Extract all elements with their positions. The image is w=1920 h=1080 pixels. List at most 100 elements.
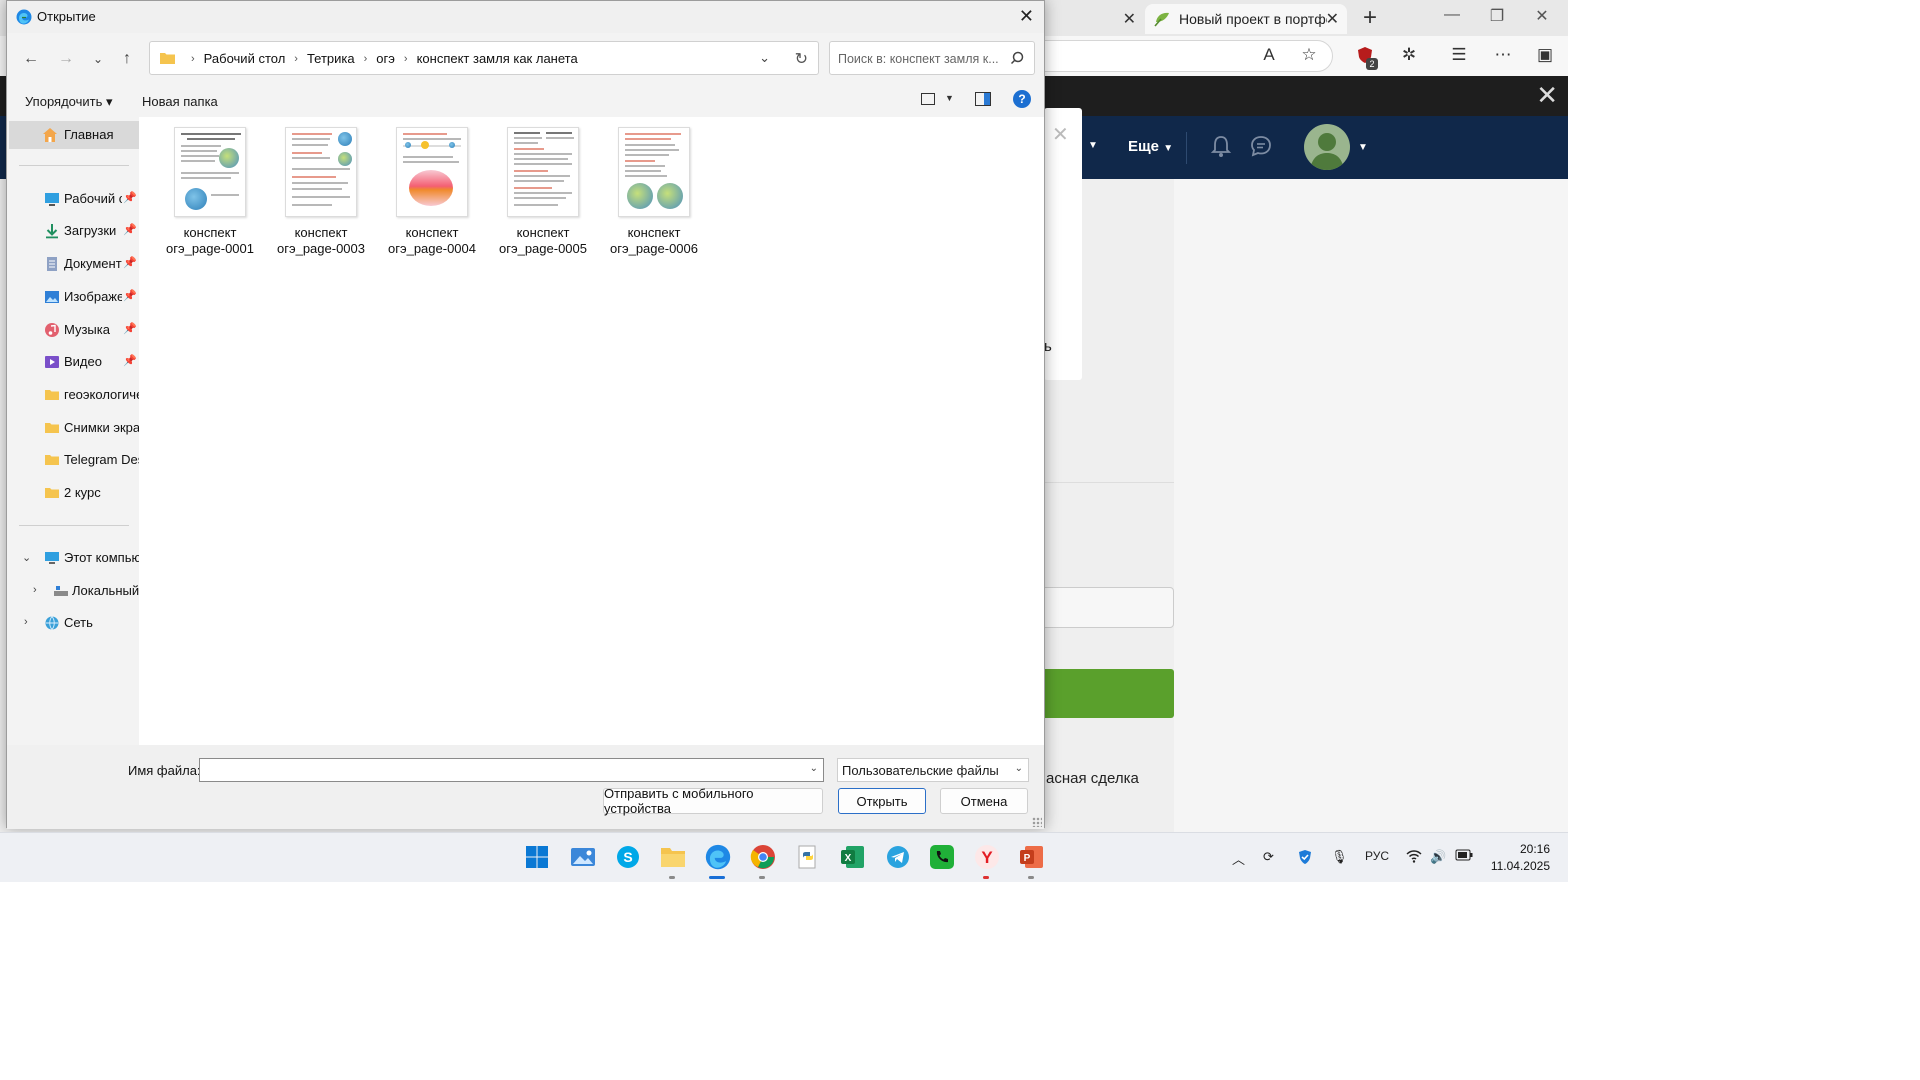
nav-item-folder[interactable]: Telegram Desktop: [9, 446, 139, 474]
file-item[interactable]: конспект огэ_page-0003: [269, 127, 373, 257]
organize-menu-button[interactable]: Упорядочить ▾: [25, 94, 113, 110]
read-aloud-icon[interactable]: A: [1258, 44, 1280, 66]
battery-icon[interactable]: [1455, 849, 1473, 864]
yandex-icon[interactable]: Y: [973, 843, 1001, 871]
windows-start-icon[interactable]: [523, 843, 551, 871]
nav-item-folder[interactable]: геоэкологические: [9, 381, 139, 409]
file-name-line: огэ_page-0005: [498, 241, 587, 256]
nav-item-network[interactable]: › Сеть: [9, 609, 139, 637]
new-folder-button[interactable]: Новая папка: [142, 94, 218, 109]
language-indicator[interactable]: РУС: [1365, 849, 1389, 863]
nav-item-folder[interactable]: 2 курс: [9, 479, 139, 507]
nav-item-video[interactable]: Видео 📌: [9, 348, 139, 376]
close-window-icon[interactable]: ✕: [1532, 6, 1552, 26]
page-green-button[interactable]: [1040, 669, 1174, 718]
file-item[interactable]: конспект огэ_page-0005: [491, 127, 595, 257]
pin-icon: 📌: [123, 290, 137, 302]
nav-item-music[interactable]: Музыка 📌: [9, 316, 139, 344]
skype-icon[interactable]: S: [614, 843, 642, 871]
favorite-star-icon[interactable]: ☆: [1298, 44, 1320, 66]
system-clock[interactable]: 20:16 11.04.2025: [1488, 841, 1550, 875]
telegram-icon[interactable]: [884, 843, 912, 871]
more-menu-icon[interactable]: ⋯: [1492, 44, 1514, 66]
file-item[interactable]: конспект огэ_page-0006: [602, 127, 706, 257]
security-shield-icon[interactable]: [1297, 849, 1313, 868]
modal-close-icon[interactable]: ✕: [1052, 122, 1069, 147]
filename-history-chevron-icon[interactable]: ⌄: [810, 763, 818, 774]
file-item[interactable]: конспект огэ_page-0004: [380, 127, 484, 257]
file-explorer-icon[interactable]: [659, 843, 687, 871]
network-icon: [45, 616, 59, 630]
preview-pane-icon[interactable]: [975, 92, 991, 106]
chrome-icon[interactable]: [749, 843, 777, 871]
filename-label: Имя файла:: [128, 763, 201, 778]
cancel-button[interactable]: Отмена: [940, 788, 1028, 814]
nav-more-menu[interactable]: Еще ▼: [1128, 138, 1173, 155]
nav-item-desktop[interactable]: Рабочий с 📌: [9, 185, 139, 213]
wifi-icon[interactable]: [1406, 849, 1422, 866]
extensions-icon[interactable]: ✲: [1398, 44, 1420, 66]
edge-icon[interactable]: [704, 843, 732, 871]
nav-item-documents[interactable]: Документы 📌: [9, 250, 139, 278]
sync-icon[interactable]: ⟳: [1263, 849, 1274, 865]
notification-bell-icon[interactable]: [1210, 134, 1232, 158]
view-mode-icon[interactable]: [921, 93, 935, 105]
powerpoint-icon[interactable]: P: [1018, 843, 1046, 871]
browser-tab-active[interactable]: Новый проект в портфолио ✕: [1145, 4, 1347, 34]
refresh-icon[interactable]: ↻: [795, 49, 808, 69]
path-bar[interactable]: › Рабочий стол › Тетрика › огэ › конспек…: [149, 41, 819, 75]
expand-chevron-icon[interactable]: ›: [24, 616, 28, 628]
video-icon: [45, 356, 59, 368]
python-icon[interactable]: [794, 843, 822, 871]
phone-icon[interactable]: [928, 843, 956, 871]
back-arrow-icon[interactable]: ←: [19, 47, 43, 71]
excel-icon[interactable]: X: [839, 843, 867, 871]
collapse-chevron-icon[interactable]: ⌄: [22, 551, 31, 564]
overlay-close-icon[interactable]: ✕: [1536, 80, 1558, 111]
breadcrumb-item[interactable]: конспект замля как ланета: [417, 51, 578, 66]
resize-grip-icon[interactable]: [1032, 817, 1042, 827]
breadcrumb-item[interactable]: огэ: [376, 51, 395, 66]
path-history-chevron-icon[interactable]: ⌄: [759, 50, 770, 66]
chevron-down-icon[interactable]: ▼: [1358, 142, 1368, 153]
nav-item-local-disk[interactable]: › Локальный диск: [9, 577, 139, 605]
up-arrow-icon[interactable]: ↑: [115, 47, 139, 71]
volume-icon[interactable]: 🔊: [1430, 849, 1446, 865]
filename-input[interactable]: ⌄: [199, 758, 824, 782]
sidebar-toggle-icon[interactable]: ▣: [1534, 44, 1556, 66]
nav-item-downloads[interactable]: Загрузки 📌: [9, 217, 139, 245]
photos-icon[interactable]: [569, 843, 597, 871]
browser-tab-previous[interactable]: ✕: [1046, 4, 1146, 34]
recent-locations-chevron-icon[interactable]: ⌄: [86, 47, 110, 71]
breadcrumb-item[interactable]: Рабочий стол: [204, 51, 286, 66]
address-bar[interactable]: [1000, 40, 1333, 72]
breadcrumb-item[interactable]: Тетрика: [307, 51, 355, 66]
nav-item-folder[interactable]: Снимки экрана: [9, 414, 139, 442]
tab-close-icon[interactable]: ✕: [1123, 9, 1136, 29]
nav-item-home[interactable]: Главная: [9, 121, 139, 149]
view-options-chevron-icon[interactable]: ▼: [945, 93, 954, 103]
file-type-select[interactable]: Пользовательские файлы ⌄: [837, 758, 1029, 782]
nav-item-this-pc[interactable]: ⌄ Этот компьютер: [9, 544, 139, 572]
folder-icon: [45, 455, 59, 465]
nav-item-pictures[interactable]: Изображения 📌: [9, 283, 139, 311]
favorites-list-icon[interactable]: ☰: [1448, 44, 1470, 66]
dialog-close-icon[interactable]: ✕: [1019, 6, 1034, 27]
chevron-down-icon[interactable]: ▼: [1088, 140, 1098, 151]
tab-close-icon[interactable]: ✕: [1326, 9, 1339, 29]
new-tab-button[interactable]: +: [1358, 4, 1382, 32]
messages-icon[interactable]: [1249, 134, 1273, 158]
page-input-field[interactable]: [1040, 587, 1174, 628]
restore-icon[interactable]: ❐: [1487, 6, 1507, 26]
show-hidden-icons-chevron-icon[interactable]: ︿: [1232, 849, 1245, 868]
file-item[interactable]: конспект огэ_page-0001: [158, 127, 262, 257]
forward-arrow-icon[interactable]: →: [54, 47, 78, 71]
user-avatar[interactable]: [1304, 124, 1350, 170]
help-icon[interactable]: ?: [1013, 90, 1031, 108]
send-from-mobile-button[interactable]: Отправить с мобильного устройства: [603, 786, 823, 816]
expand-chevron-icon[interactable]: ›: [33, 584, 37, 596]
open-button[interactable]: Открыть: [838, 788, 926, 814]
minimize-icon[interactable]: —: [1442, 6, 1462, 24]
microphone-icon[interactable]: 🎙: [1331, 849, 1348, 865]
search-input[interactable]: Поиск в: конспект замля к...: [829, 41, 1035, 75]
